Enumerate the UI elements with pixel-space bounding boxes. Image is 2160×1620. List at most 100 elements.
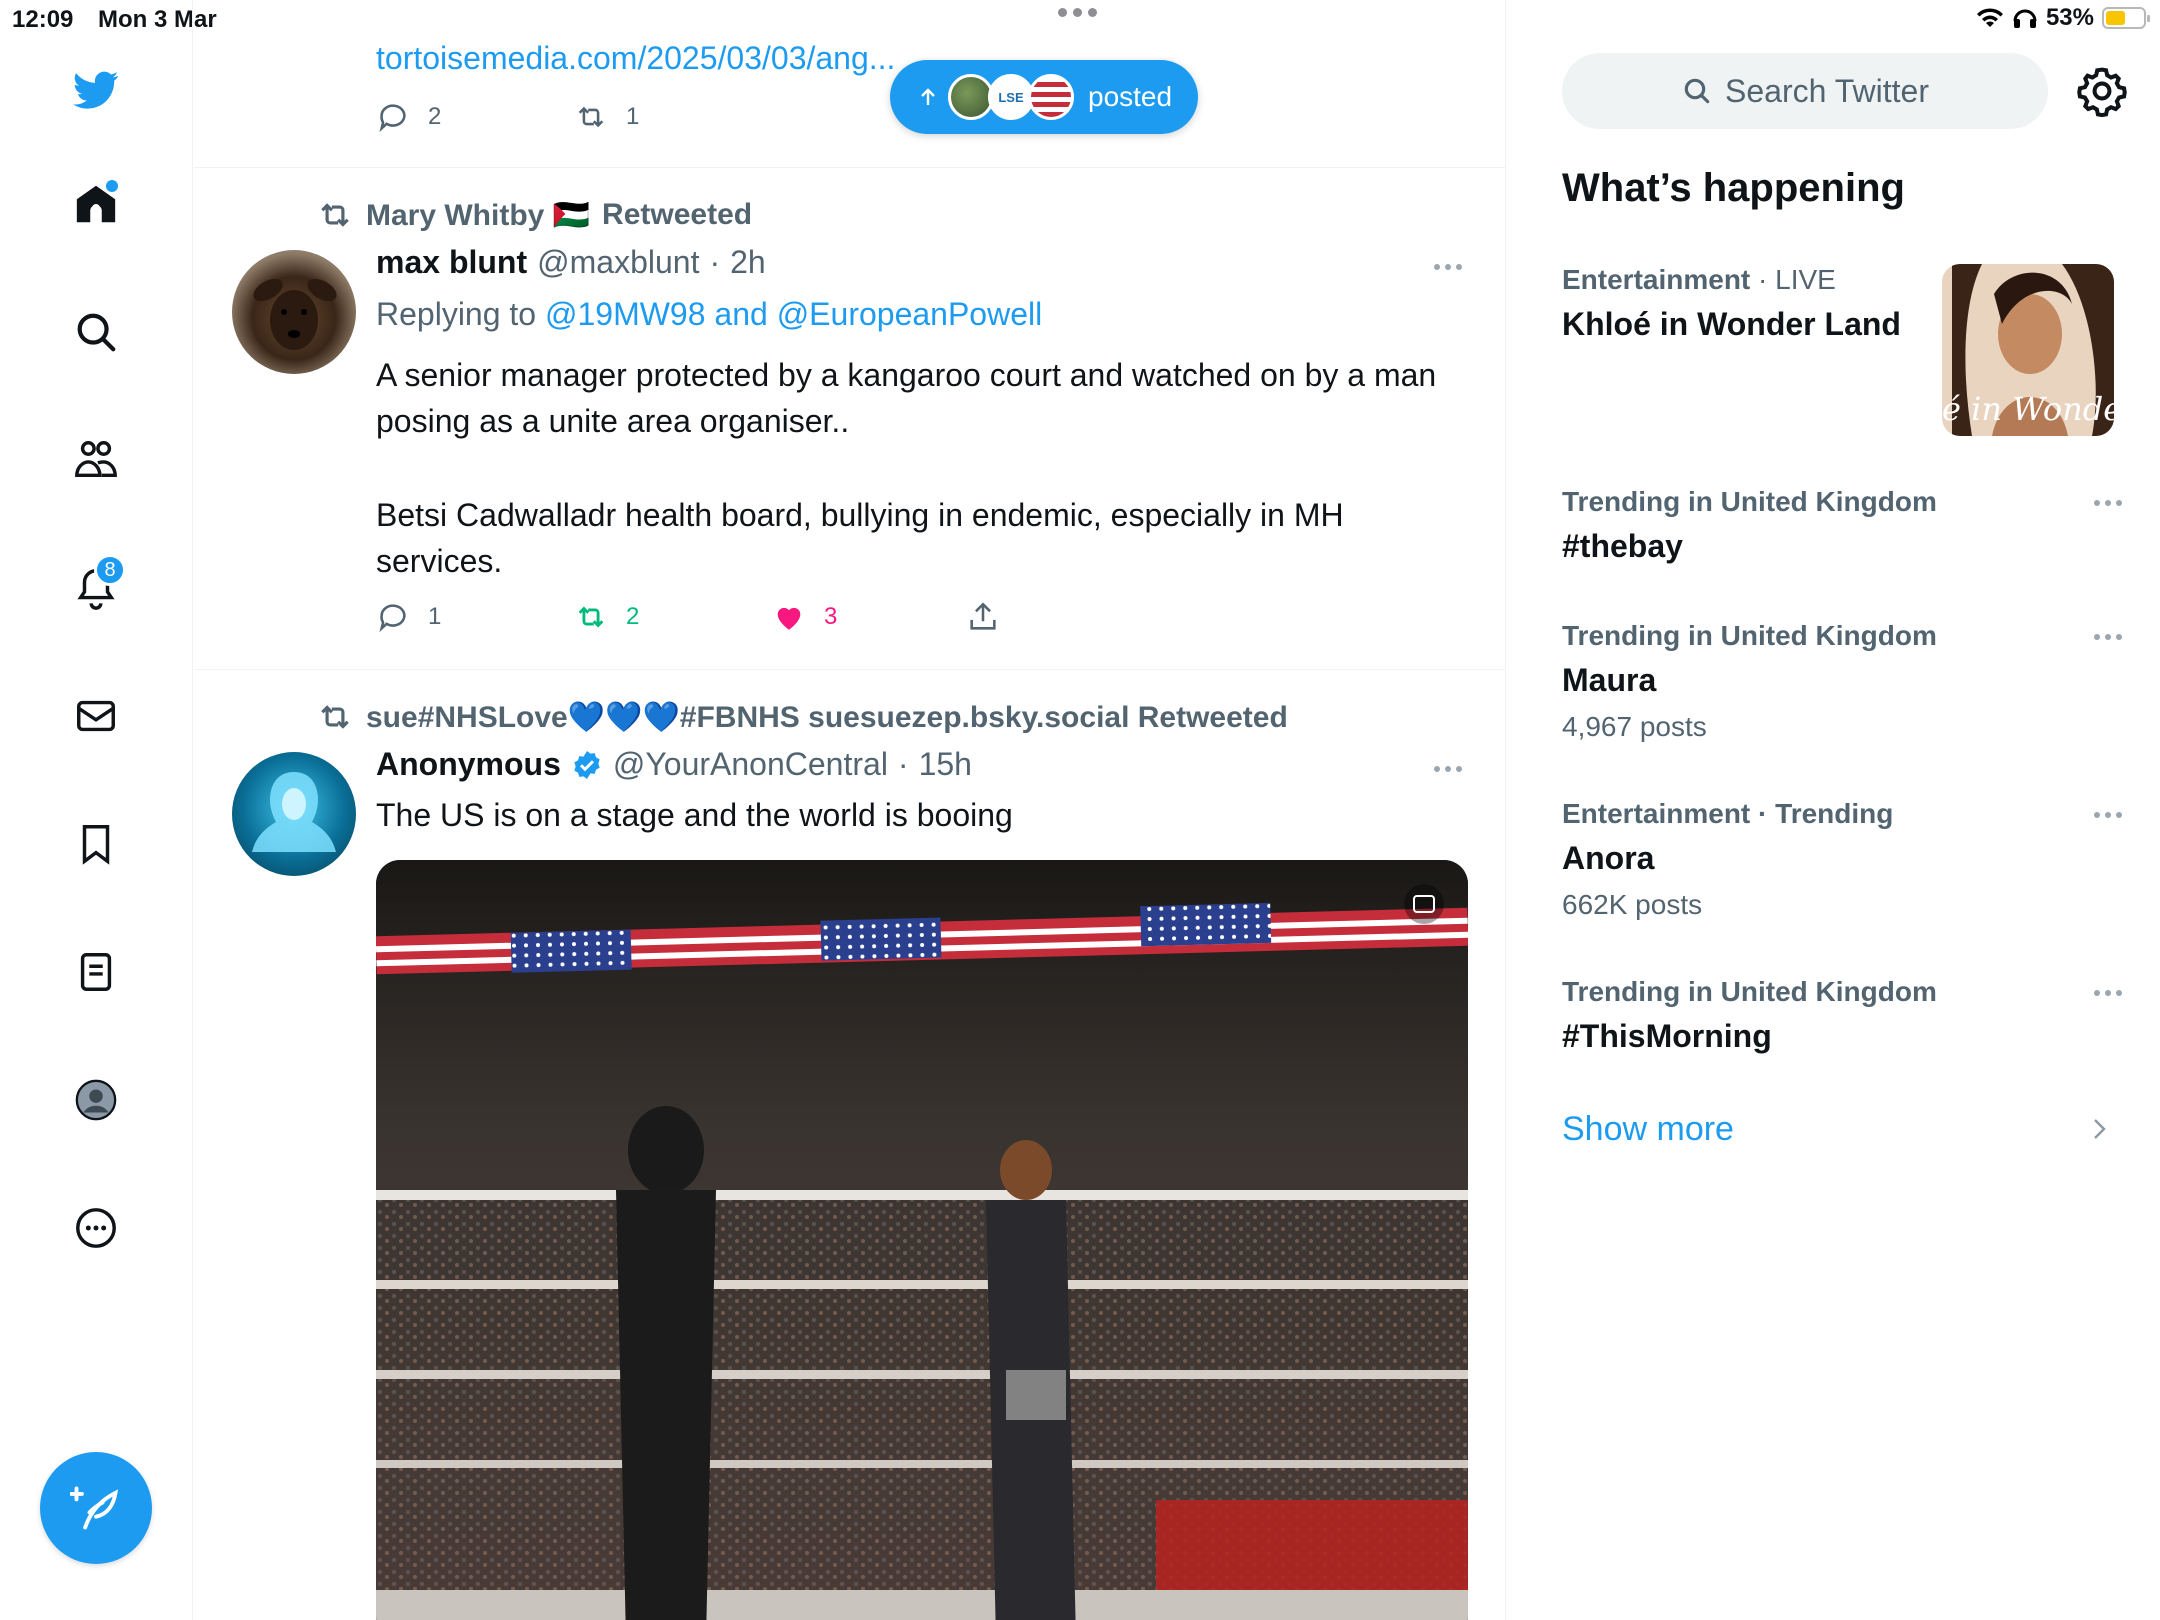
tweet-header: max blunt @maxblunt · 2h	[376, 244, 766, 281]
retweet-icon	[578, 606, 604, 628]
trend-category: Entertainment	[1562, 264, 1751, 295]
author-handle[interactable]: @maxblunt	[537, 244, 699, 281]
trend-name: #thebay	[1562, 528, 1683, 564]
notifications-icon[interactable]: 8	[60, 552, 132, 624]
messages-icon[interactable]	[60, 680, 132, 752]
tweet-more-icon[interactable]	[1434, 264, 1462, 270]
retweet-icon	[321, 203, 349, 227]
tweet-text: A senior manager protected by a kangaroo…	[376, 357, 1437, 439]
search-placeholder: Search Twitter	[1725, 72, 1929, 109]
trend-more-icon[interactable]	[2094, 634, 2122, 640]
tweet[interactable]: Mary Whitby 🇵🇸 Retweeted max blunt @maxb…	[194, 168, 1505, 670]
compose-tweet-button[interactable]	[40, 1452, 152, 1564]
heart-filled-icon	[777, 607, 801, 630]
retweeted-by-line: sue#NHSLove💙💙💙#FBNHS suesuezep.bsky.soci…	[316, 698, 1288, 736]
retweeted-by-line: Mary Whitby 🇵🇸 Retweeted	[316, 196, 752, 234]
trend-more-icon[interactable]	[2094, 990, 2122, 996]
tweet-link[interactable]: tortoisemedia.com/2025/03/03/ang...	[376, 40, 895, 77]
settings-gear-icon[interactable]	[2075, 64, 2129, 118]
trend-category: Trending in United Kingdom	[1562, 976, 1937, 1007]
trend-name: #ThisMorning	[1562, 1018, 1772, 1054]
reply-button[interactable]: 1	[376, 600, 441, 634]
tweet[interactable]: tortoisemedia.com/2025/03/03/ang... 2 1	[194, 0, 1505, 168]
tweet-header: Anonymous @YourAnonCentral · 15h	[376, 746, 972, 783]
reply-button[interactable]: 2	[376, 100, 441, 134]
like-count: 3	[824, 603, 838, 630]
trend-item[interactable]: Trending in United Kingdom #thebay	[1562, 486, 2122, 565]
new-posts-pill[interactable]: LSE posted	[890, 60, 1198, 134]
home-icon[interactable]	[60, 168, 132, 240]
avatar[interactable]	[232, 752, 356, 876]
tweet-video-media[interactable]	[376, 860, 1468, 1620]
replying-prefix: Replying to	[376, 296, 537, 332]
tweet[interactable]: sue#NHSLove💙💙💙#FBNHS suesuezep.bsky.soci…	[194, 670, 1505, 1620]
author-name[interactable]: Anonymous	[376, 746, 561, 783]
author-handle[interactable]: @YourAnonCentral	[613, 746, 888, 783]
new-posts-label: posted	[1088, 81, 1173, 112]
trend-more-icon[interactable]	[2094, 812, 2122, 818]
trend-name: Khloé in Wonder Land	[1562, 306, 1901, 342]
retweet-icon	[578, 106, 604, 128]
retweeter-name[interactable]: sue#NHSLove💙💙💙#FBNHS suesuezep.bsky.soci…	[366, 700, 1288, 735]
search-input[interactable]: Search Twitter	[1562, 53, 2048, 129]
trend-thumb-text: é in Wonder L	[1942, 390, 2114, 428]
trend-name: Anora	[1562, 840, 1655, 876]
compose-feather-icon	[70, 1486, 119, 1530]
reply-icon	[379, 604, 406, 633]
trend-item[interactable]: Entertainment · Trending Anora 662K post…	[1562, 798, 2122, 921]
like-button[interactable]: 3	[772, 600, 837, 634]
search-icon	[1684, 78, 1710, 104]
home-timeline[interactable]: LSE posted tortoisemedia.com/2025/03/03/…	[194, 0, 1506, 1620]
replying-to-line: Replying to @19MW98 and @EuropeanPowell	[376, 296, 1042, 333]
retweet-count: 1	[626, 103, 640, 130]
reply-count: 1	[428, 603, 442, 630]
replying-to-handles[interactable]: @19MW98 and @EuropeanPowell	[545, 296, 1042, 332]
trend-post-count: 662K posts	[1562, 889, 1703, 920]
profile-icon[interactable]	[60, 1064, 132, 1136]
trend-qualifier: Trending	[1775, 798, 1894, 829]
chevron-right-icon[interactable]	[2087, 1114, 2111, 1144]
verified-badge-icon	[574, 750, 600, 779]
tweet-time[interactable]: 2h	[730, 244, 766, 281]
whats-happening-title: What’s happening	[1562, 166, 1905, 210]
retweet-count: 2	[626, 603, 640, 630]
author-name[interactable]: max blunt	[376, 244, 527, 281]
notifications-badge: 8	[94, 554, 126, 586]
avatar[interactable]	[232, 250, 356, 374]
explore-search-icon[interactable]	[60, 296, 132, 368]
tweet-more-icon[interactable]	[1434, 766, 1462, 772]
lists-icon[interactable]	[60, 936, 132, 1008]
home-unread-dot	[106, 180, 118, 192]
bookmarks-icon[interactable]	[60, 808, 132, 880]
trend-item[interactable]: Trending in United Kingdom Maura 4,967 p…	[1562, 620, 2122, 743]
trend-name: Maura	[1562, 662, 1657, 698]
tweet-text: Betsi Cadwalladr health board, bullying …	[376, 497, 1344, 579]
twitter-logo-icon[interactable]	[60, 54, 132, 126]
retweeter-name[interactable]: Mary Whitby 🇵🇸	[366, 198, 590, 233]
trend-more-icon[interactable]	[2094, 500, 2122, 506]
arrow-up-icon	[921, 88, 935, 105]
retweeted-label: Retweeted	[602, 198, 753, 231]
more-options-icon[interactable]	[60, 1192, 132, 1264]
show-more-link[interactable]: Show more	[1562, 1110, 1734, 1149]
retweet-icon	[321, 705, 349, 729]
right-sidebar: Search Twitter What’s happening Entertai…	[1507, 0, 2160, 1620]
pill-avatar	[1028, 74, 1074, 120]
tweet-text: The US is on a stage and the world is bo…	[376, 797, 1013, 833]
left-navigation: 8	[0, 0, 193, 1620]
trend-category: Entertainment	[1562, 798, 1751, 829]
trend-item[interactable]: Trending in United Kingdom #ThisMorning	[1562, 976, 2122, 1055]
share-icon	[970, 602, 996, 630]
trend-category: Trending in United Kingdom	[1562, 486, 1937, 517]
reply-icon	[379, 104, 406, 133]
communities-icon[interactable]	[60, 424, 132, 496]
retweet-button[interactable]: 2	[574, 600, 639, 634]
trend-post-count: 4,967 posts	[1562, 711, 1707, 742]
share-button[interactable]	[966, 600, 1000, 634]
trend-item[interactable]: Entertainment · LIVE Khloé in Wonder Lan…	[1562, 264, 1932, 343]
trend-qualifier: LIVE	[1775, 264, 1836, 295]
retweet-button[interactable]: 1	[574, 100, 639, 134]
reply-count: 2	[428, 103, 442, 130]
trend-thumbnail[interactable]: é in Wonder L	[1942, 264, 2114, 436]
tweet-time[interactable]: 15h	[919, 746, 972, 783]
